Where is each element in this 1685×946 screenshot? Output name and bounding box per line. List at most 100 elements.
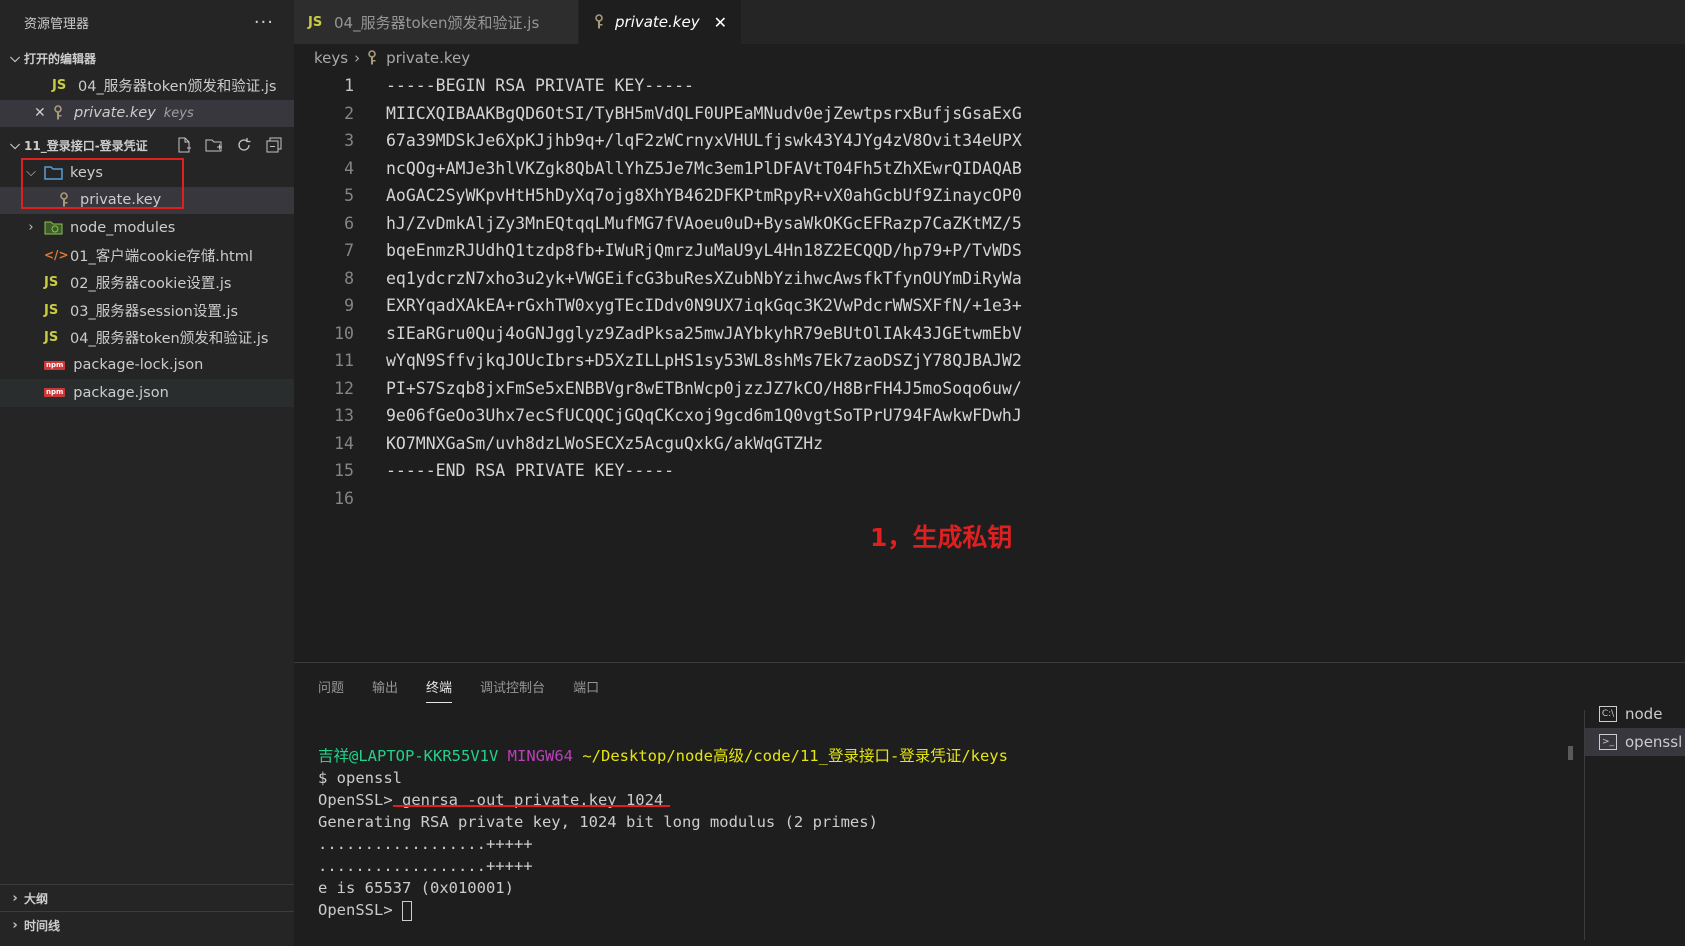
key-file-icon: [60, 192, 68, 207]
code-line: 10 sIEaRGru0Quj4oGNJgglyz9ZadPksa25mwJAYb…: [294, 320, 1022, 347]
breadcrumb-folder[interactable]: keys: [314, 49, 348, 67]
code-line: 5 AoGAC2SyWKpvHtH5hDyXq7ojg8XhYB462DFKPtm…: [294, 182, 1022, 209]
code-line: 2 MIICXQIBAAKBgQD6OtSI/TyBH5mVdQLF0UPEaMN…: [294, 100, 1022, 127]
tree-folder-keys[interactable]: ⌵ keys: [0, 159, 294, 187]
npm-file-icon: npm: [44, 360, 66, 370]
tree-item-label: package-lock.json: [73, 357, 204, 374]
chevron-right-icon: ›: [12, 890, 18, 906]
open-editor-item[interactable]: JS 04_服务器token颁发和验证.js: [0, 72, 294, 100]
tree-file[interactable]: JS 04_服务器token颁发和验证.js: [0, 324, 294, 352]
line-number: 11: [334, 351, 354, 370]
terminal-cursor: [402, 900, 412, 921]
terminal-line: $ openssl: [318, 769, 402, 787]
line-text: MIICXQIBAAKBgQD6OtSI/TyBH5mVdQLF0UPEaMNu…: [386, 103, 1022, 123]
tab-ports[interactable]: 端口: [573, 677, 599, 703]
open-editors-title: 打开的编辑器: [24, 51, 97, 66]
chevron-right-icon: ›: [12, 917, 18, 933]
terminal-output[interactable]: 吉祥@LAPTOP-KKR55V1V MINGW64 ~/Desktop/nod…: [318, 745, 1008, 921]
line-text: AoGAC2SyWKpvHtH5hDyXq7ojg8XhYB462DFKPtmR…: [386, 186, 1022, 205]
terminal-line: OpenSSL>: [318, 901, 402, 919]
line-text: sIEaRGru0Quj4oGNJgglyz9ZadPksa25mwJAYbky…: [386, 323, 1022, 343]
project-actions: [174, 135, 294, 155]
key-file-icon: [368, 50, 376, 65]
project-title: 11_登录接口-登录凭证: [24, 138, 148, 153]
line-text: hJ/ZvDmkAljZy3MnEQtqqLMufMG7fVAoeu0uD+By…: [386, 213, 1022, 233]
more-actions-icon[interactable]: ···: [254, 12, 274, 33]
refresh-icon[interactable]: [234, 135, 254, 155]
new-folder-icon[interactable]: [204, 135, 224, 155]
command-underline: [393, 805, 670, 807]
tree-item-label: keys: [70, 164, 103, 181]
tree-file-private-key[interactable]: private.key: [0, 186, 294, 214]
tree-item-label: 01_客户端cookie存储.html: [70, 248, 253, 265]
open-editors-section[interactable]: ⌵ 打开的编辑器: [0, 44, 294, 72]
outline-title: 大纲: [24, 891, 49, 906]
collapse-all-icon[interactable]: [264, 135, 284, 155]
npm-file-icon: npm: [44, 388, 66, 398]
breadcrumb: keys › private.key: [294, 44, 1685, 72]
line-text: 67a39MDSkJe6XpKJjhb9q+/lqF2zWCrnyxVHULfj…: [386, 131, 1022, 150]
close-icon[interactable]: ✕: [34, 105, 46, 121]
tree-file[interactable]: npm package.json: [0, 379, 294, 407]
bottom-panel: 问题 输出 终端 调试控制台 端口 吉祥@LAPTOP-KKR55V1V MIN…: [294, 662, 1685, 946]
line-text: KO7MNXGaSm/uvh8dzLWoSECXz5AcguQxkG/akWqG…: [386, 433, 824, 453]
tab-private-key[interactable]: private.key ✕: [579, 0, 743, 44]
prompt-env: MINGW64: [507, 747, 573, 765]
tree-folder-node-modules[interactable]: › node_modules: [0, 214, 294, 242]
terminal-item-label: node: [1625, 705, 1663, 723]
tab-problems[interactable]: 问题: [318, 677, 344, 703]
explorer-sidebar: 资源管理器 ··· ⌵ 打开的编辑器 JS 04_服务器token颁发和验证.j…: [0, 0, 294, 946]
tree-file[interactable]: npm package-lock.json: [0, 352, 294, 380]
line-number: 1: [344, 76, 354, 95]
outline-section[interactable]: › 大纲: [0, 884, 294, 911]
chevron-down-icon: ⌵: [10, 137, 20, 153]
open-editor-item-active[interactable]: ✕ private.key keys: [0, 99, 294, 127]
js-file-icon: JS: [308, 14, 323, 30]
line-number: 13: [334, 406, 354, 425]
tree-file[interactable]: </> 01_客户端cookie存储.html: [0, 242, 294, 270]
line-text: -----END RSA PRIVATE KEY-----: [386, 461, 675, 480]
line-number: 14: [334, 433, 354, 453]
cmd-icon: C:\: [1599, 706, 1617, 722]
code-editor[interactable]: 1 -----BEGIN RSA PRIVATE KEY----- 2 MIICXQ…: [294, 72, 1685, 662]
open-editor-folder: keys: [163, 105, 194, 121]
code-line: 6 hJ/ZvDmkAljZy3MnEQtqqLMufMG7fVAoeu0uD+B…: [294, 210, 1022, 237]
new-file-icon[interactable]: [174, 135, 194, 155]
prompt-user: 吉祥@LAPTOP-KKR55V1V: [318, 747, 499, 765]
terminal-item-node[interactable]: C:\ node: [1585, 700, 1685, 728]
line-text: eq1ydcrzN7xho3u2yk+VWGEifcG3buResXZubNbY…: [386, 268, 1022, 288]
annotation-label: 1，生成私钥: [870, 523, 1013, 552]
breadcrumb-file[interactable]: private.key: [386, 49, 470, 67]
line-number: 3: [344, 131, 354, 150]
js-file-icon: JS: [52, 78, 67, 94]
terminal-line: ..................+++++: [318, 857, 533, 875]
line-text: bqeEnmzRJUdhQ1tzdp8fb+IWuRjQmrzJuMaU9yL4…: [386, 241, 1022, 260]
code-line: 11 wYqN9SffvjkqJOUcIbrs+D5XzILLpHS1sy53WL…: [294, 347, 1022, 374]
tab-terminal[interactable]: 终端: [426, 677, 453, 703]
terminal-item-openssl[interactable]: >_ openssl: [1585, 728, 1685, 756]
key-file-icon: [595, 14, 603, 29]
node-folder-icon: [44, 221, 63, 235]
code-line: 13 9e06fGeOo3Uhx7ecSfUCQQCjGQqCKcxoj9gcd6…: [294, 402, 1022, 429]
timeline-section[interactable]: › 时间线: [0, 911, 294, 938]
open-editor-label: 04_服务器token颁发和验证.js: [78, 79, 277, 96]
line-text: EXRYqadXAkEA+rGxhTW0xygTEcIDdv0N9UX7iqkG…: [386, 296, 1022, 315]
tab-debug-console[interactable]: 调试控制台: [480, 677, 545, 703]
terminal-input-line[interactable]: OpenSSL>: [318, 899, 1008, 921]
terminal-scrollbar[interactable]: [1568, 746, 1573, 760]
tree-file[interactable]: JS 02_服务器cookie设置.js: [0, 269, 294, 297]
line-number: 12: [334, 378, 354, 398]
js-file-icon: JS: [44, 302, 59, 318]
terminal-line: Generating RSA private key, 1024 bit lon…: [318, 813, 878, 831]
terminal-item-label: openssl: [1625, 733, 1683, 751]
terminal-prompt-line: 吉祥@LAPTOP-KKR55V1V MINGW64 ~/Desktop/nod…: [318, 745, 1008, 767]
close-icon[interactable]: ✕: [714, 13, 727, 32]
tab-token-js[interactable]: JS 04_服务器token颁发和验证.js: [294, 0, 579, 44]
tab-label: private.key: [615, 13, 700, 31]
line-number: 2: [344, 103, 354, 123]
panel-tabs: 问题 输出 终端 调试控制台 端口: [318, 677, 599, 703]
tree-file[interactable]: JS 03_服务器session设置.js: [0, 297, 294, 325]
code-line: 3 67a39MDSkJe6XpKJjhb9q+/lqF2zWCrnyxVHULf…: [294, 127, 1022, 154]
tab-output[interactable]: 输出: [372, 677, 398, 703]
project-section[interactable]: ⌵ 11_登录接口-登录凭证: [0, 131, 294, 159]
